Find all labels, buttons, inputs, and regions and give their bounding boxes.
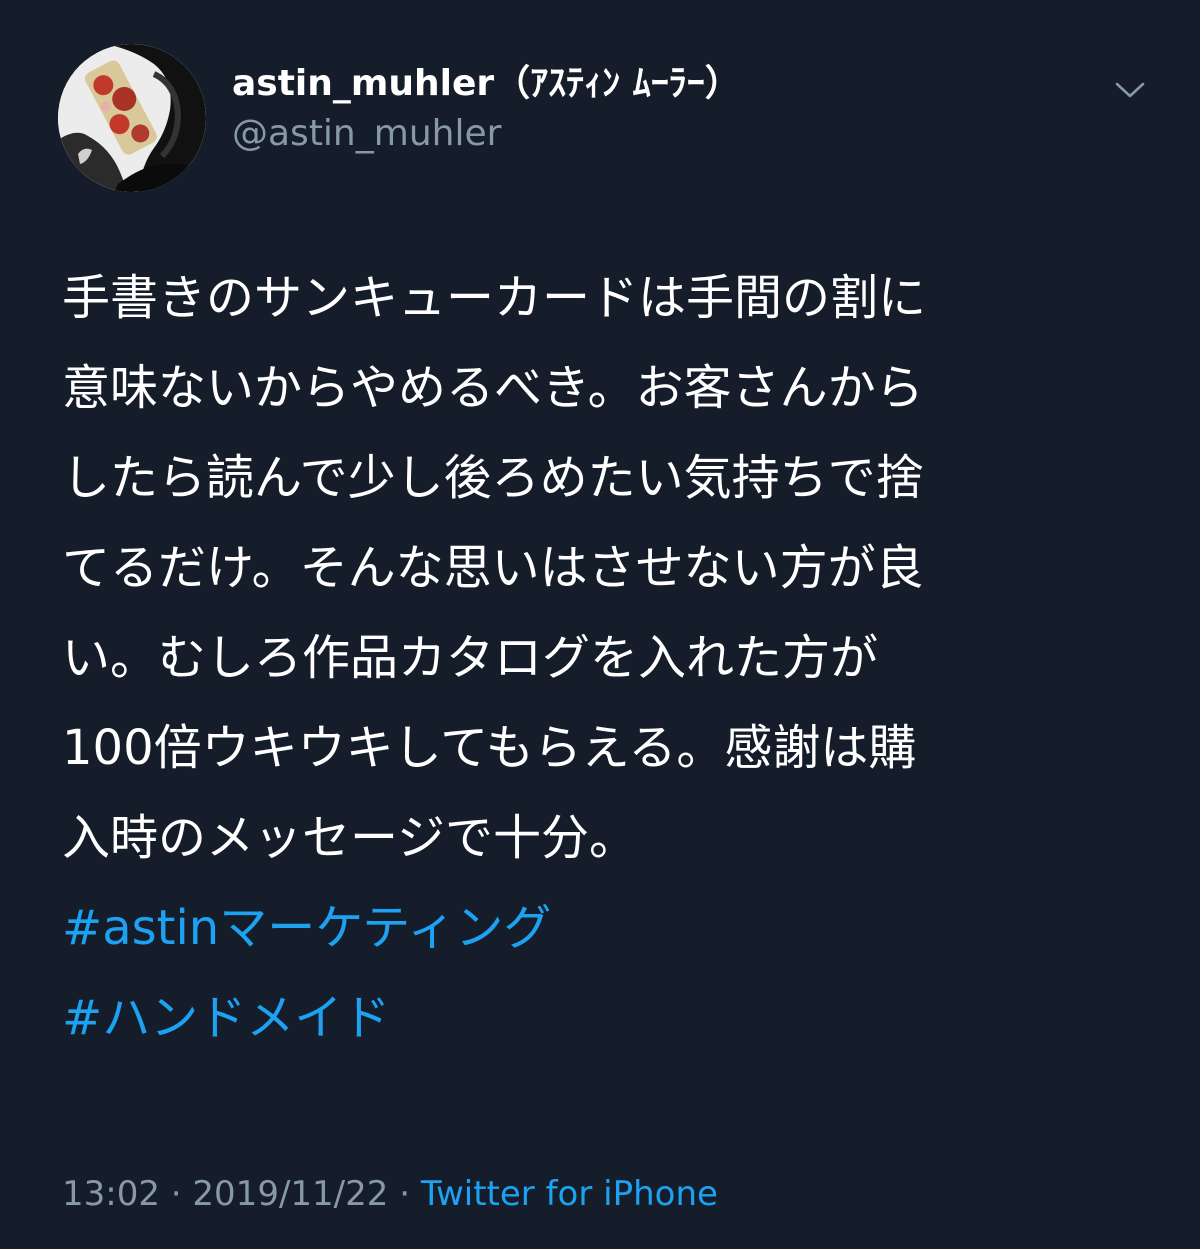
tweet-card: astin_muhler（ｱｽﾃｨﾝ ﾑｰﾗｰ） @astin_muhler 手… <box>0 0 1200 1249</box>
hashtag-link-handmade[interactable]: #ハンドメイド <box>62 973 1162 1063</box>
chevron-down-icon <box>1115 82 1145 98</box>
tweet-text-line: 100倍ウキウキしてもらえる。感謝は購 <box>62 720 917 776</box>
hashtag-link-astin-marketing[interactable]: #astinマーケティング <box>62 883 1162 973</box>
display-name[interactable]: astin_muhler（ｱｽﾃｨﾝ ﾑｰﾗｰ） <box>232 62 741 106</box>
tweet-text-line: したら読んで少し後ろめたい気持ちで捨 <box>62 450 924 506</box>
tweet-time[interactable]: 13:02 <box>62 1174 160 1214</box>
tweet-text-line: 入時のメッセージで十分。 <box>62 810 638 866</box>
tweet-meta: 13:02 · 2019/11/22 · Twitter for iPhone <box>62 1170 718 1218</box>
tweet-text-line: 意味ないからやめるべき。お客さんから <box>62 360 924 416</box>
tweet-text: 手書きのサンキューカードは手間の割に 意味ないからやめるべき。お客さんから した… <box>62 253 1162 1063</box>
avatar-image <box>58 44 206 192</box>
tweet-menu-button[interactable] <box>1108 72 1152 108</box>
tweet-source-link[interactable]: Twitter for iPhone <box>421 1174 718 1214</box>
meta-separator: · <box>159 1174 193 1214</box>
tweet-text-line: い。むしろ作品カタログを入れた方が <box>62 630 879 686</box>
tweet-text-line: 手書きのサンキューカードは手間の割に <box>62 270 927 326</box>
meta-separator: · <box>388 1174 421 1214</box>
avatar[interactable] <box>58 44 206 192</box>
user-handle[interactable]: @astin_muhler <box>232 112 501 156</box>
tweet-date[interactable]: 2019/11/22 <box>192 1174 388 1214</box>
tweet-text-line: てるだけ。そんな思いはさせない方が良 <box>62 540 924 596</box>
